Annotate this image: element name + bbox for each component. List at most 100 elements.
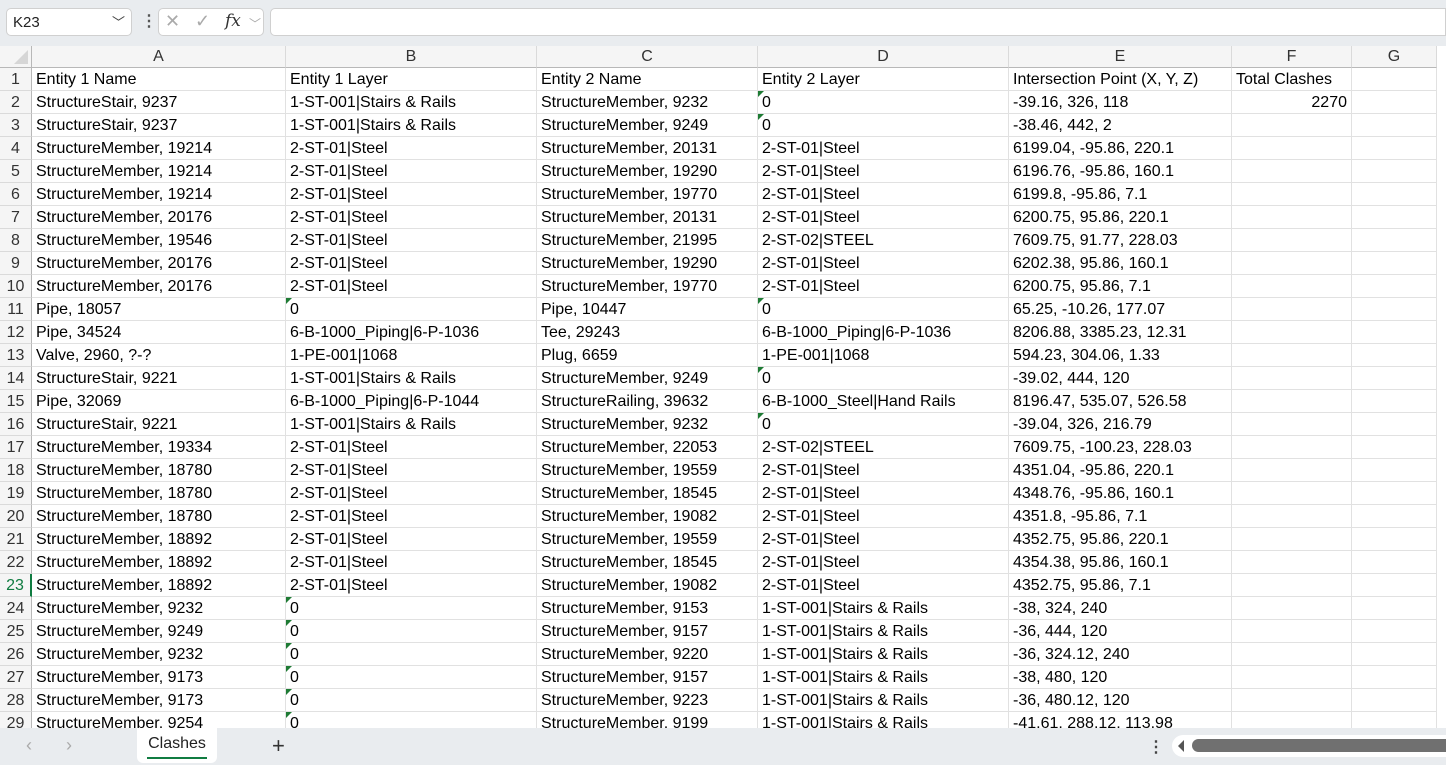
cell-C2[interactable]: StructureMember, 9232 (537, 91, 758, 114)
cell-D28[interactable]: 1-ST-001|Stairs & Rails (758, 689, 1009, 712)
chevron-down-icon[interactable]: ﹀ (249, 15, 261, 32)
cell-A21[interactable]: StructureMember, 18892 (32, 528, 286, 551)
cell-A3[interactable]: StructureStair, 9237 (32, 114, 286, 137)
cell-G27[interactable] (1352, 666, 1437, 689)
cell-C14[interactable]: StructureMember, 9249 (537, 367, 758, 390)
cell-C1[interactable]: Entity 2 Name (537, 68, 758, 91)
cell-D8[interactable]: 2-ST-02|STEEL (758, 229, 1009, 252)
cell-E25[interactable]: -36, 444, 120 (1009, 620, 1232, 643)
cell-B27[interactable]: 0 (286, 666, 537, 689)
cell-G3[interactable] (1352, 114, 1437, 137)
cell-G6[interactable] (1352, 183, 1437, 206)
cell-B7[interactable]: 2-ST-01|Steel (286, 206, 537, 229)
cell-B19[interactable]: 2-ST-01|Steel (286, 482, 537, 505)
cell-F17[interactable] (1232, 436, 1352, 459)
cell-F9[interactable] (1232, 252, 1352, 275)
cell-D5[interactable]: 2-ST-01|Steel (758, 160, 1009, 183)
cell-B1[interactable]: Entity 1 Layer (286, 68, 537, 91)
cell-D25[interactable]: 1-ST-001|Stairs & Rails (758, 620, 1009, 643)
cell-D18[interactable]: 2-ST-01|Steel (758, 459, 1009, 482)
cell-C20[interactable]: StructureMember, 19082 (537, 505, 758, 528)
cell-C18[interactable]: StructureMember, 19559 (537, 459, 758, 482)
row-header[interactable]: 11 (0, 298, 32, 321)
cell-B25[interactable]: 0 (286, 620, 537, 643)
cell-B11[interactable]: 0 (286, 298, 537, 321)
cell-E16[interactable]: -39.04, 326, 216.79 (1009, 413, 1232, 436)
cell-F26[interactable] (1232, 643, 1352, 666)
cell-G4[interactable] (1352, 137, 1437, 160)
cell-F7[interactable] (1232, 206, 1352, 229)
row-header[interactable]: 16 (0, 413, 32, 436)
column-header-F[interactable]: F (1232, 46, 1352, 68)
cell-F27[interactable] (1232, 666, 1352, 689)
cell-A1[interactable]: Entity 1 Name (32, 68, 286, 91)
cell-A14[interactable]: StructureStair, 9221 (32, 367, 286, 390)
cell-D20[interactable]: 2-ST-01|Steel (758, 505, 1009, 528)
column-header-E[interactable]: E (1009, 46, 1232, 68)
cell-A19[interactable]: StructureMember, 18780 (32, 482, 286, 505)
cell-G22[interactable] (1352, 551, 1437, 574)
cell-A16[interactable]: StructureStair, 9221 (32, 413, 286, 436)
cell-F25[interactable] (1232, 620, 1352, 643)
number-as-text-flag-icon[interactable] (286, 298, 292, 304)
cell-A10[interactable]: StructureMember, 20176 (32, 275, 286, 298)
chevron-left-icon[interactable]: ‹ (26, 735, 32, 756)
column-header-D[interactable]: D (758, 46, 1009, 68)
cell-D17[interactable]: 2-ST-02|STEEL (758, 436, 1009, 459)
cell-E20[interactable]: 4351.8, -95.86, 7.1 (1009, 505, 1232, 528)
cell-B5[interactable]: 2-ST-01|Steel (286, 160, 537, 183)
cell-A29[interactable]: StructureMember, 9254 (32, 712, 286, 728)
cell-B2[interactable]: 1-ST-001|Stairs & Rails (286, 91, 537, 114)
cell-D9[interactable]: 2-ST-01|Steel (758, 252, 1009, 275)
cell-E11[interactable]: 65.25, -10.26, 177.07 (1009, 298, 1232, 321)
cell-E28[interactable]: -36, 480.12, 120 (1009, 689, 1232, 712)
cell-F6[interactable] (1232, 183, 1352, 206)
row-header[interactable]: 12 (0, 321, 32, 344)
cell-F20[interactable] (1232, 505, 1352, 528)
cell-G7[interactable] (1352, 206, 1437, 229)
cell-G5[interactable] (1352, 160, 1437, 183)
cell-F3[interactable] (1232, 114, 1352, 137)
cell-B6[interactable]: 2-ST-01|Steel (286, 183, 537, 206)
number-as-text-flag-icon[interactable] (758, 413, 764, 419)
cell-B18[interactable]: 2-ST-01|Steel (286, 459, 537, 482)
cell-G15[interactable] (1352, 390, 1437, 413)
cell-B15[interactable]: 6-B-1000_Piping|6-P-1044 (286, 390, 537, 413)
sheet-tab-clashes[interactable]: Clashes (137, 728, 217, 763)
cell-F11[interactable] (1232, 298, 1352, 321)
cell-A27[interactable]: StructureMember, 9173 (32, 666, 286, 689)
row-header[interactable]: 15 (0, 390, 32, 413)
cell-G9[interactable] (1352, 252, 1437, 275)
row-header[interactable]: 20 (0, 505, 32, 528)
number-as-text-flag-icon[interactable] (758, 367, 764, 373)
cell-A13[interactable]: Valve, 2960, ?-? (32, 344, 286, 367)
cell-F28[interactable] (1232, 689, 1352, 712)
cell-D1[interactable]: Entity 2 Layer (758, 68, 1009, 91)
cell-G13[interactable] (1352, 344, 1437, 367)
horizontal-scrollbar[interactable] (1172, 735, 1446, 757)
cell-C13[interactable]: Plug, 6659 (537, 344, 758, 367)
cell-D4[interactable]: 2-ST-01|Steel (758, 137, 1009, 160)
cell-D21[interactable]: 2-ST-01|Steel (758, 528, 1009, 551)
cell-C7[interactable]: StructureMember, 20131 (537, 206, 758, 229)
cell-D19[interactable]: 2-ST-01|Steel (758, 482, 1009, 505)
cell-A18[interactable]: StructureMember, 18780 (32, 459, 286, 482)
cell-D12[interactable]: 6-B-1000_Piping|6-P-1036 (758, 321, 1009, 344)
number-as-text-flag-icon[interactable] (286, 666, 292, 672)
cell-E8[interactable]: 7609.75, 91.77, 228.03 (1009, 229, 1232, 252)
cell-B26[interactable]: 0 (286, 643, 537, 666)
cell-F14[interactable] (1232, 367, 1352, 390)
cell-C27[interactable]: StructureMember, 9157 (537, 666, 758, 689)
cell-B22[interactable]: 2-ST-01|Steel (286, 551, 537, 574)
cell-D2[interactable]: 0 (758, 91, 1009, 114)
cell-G24[interactable] (1352, 597, 1437, 620)
row-header[interactable]: 17 (0, 436, 32, 459)
cell-E26[interactable]: -36, 324.12, 240 (1009, 643, 1232, 666)
cell-E5[interactable]: 6196.76, -95.86, 160.1 (1009, 160, 1232, 183)
row-header[interactable]: 1 (0, 68, 32, 91)
cell-C23[interactable]: StructureMember, 19082 (537, 574, 758, 597)
number-as-text-flag-icon[interactable] (286, 643, 292, 649)
cell-E22[interactable]: 4354.38, 95.86, 160.1 (1009, 551, 1232, 574)
cell-A25[interactable]: StructureMember, 9249 (32, 620, 286, 643)
cell-A5[interactable]: StructureMember, 19214 (32, 160, 286, 183)
